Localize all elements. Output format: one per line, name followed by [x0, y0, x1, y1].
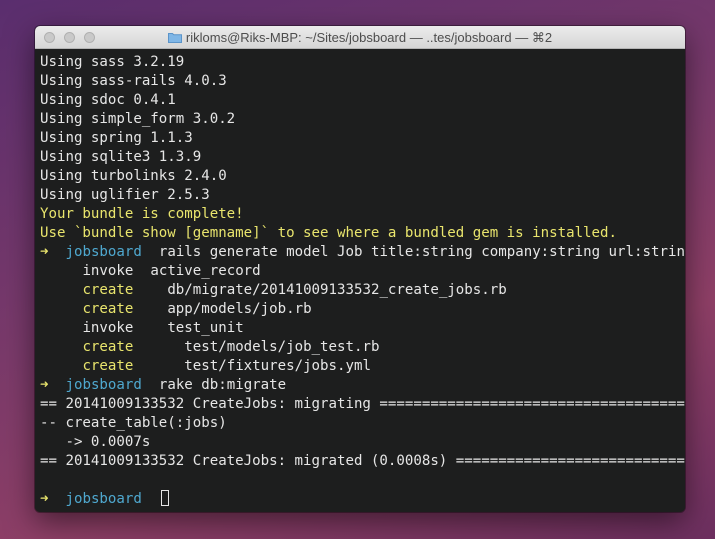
prompt-directory: jobsboard [65, 377, 142, 393]
generator-action: create [82, 282, 134, 298]
generator-action: create [82, 358, 134, 374]
terminal-output[interactable]: Using sass 3.2.19 Using sass-rails 4.0.3… [35, 49, 685, 512]
output-line: Using sass 3.2.19 [40, 54, 185, 70]
generator-line: create test/models/job_test.rb [40, 338, 685, 357]
prompt-line: ➜ jobsboard rake db:migrate [40, 376, 685, 395]
generator-action: create [82, 301, 134, 317]
generator-path: active_record [150, 263, 261, 279]
prompt-arrow-icon: ➜ [40, 377, 49, 393]
generator-action: invoke [82, 320, 134, 336]
generator-path: db/migrate/20141009133532_create_jobs.rb [167, 282, 507, 298]
output-line: Using sdoc 0.4.1 [40, 92, 176, 108]
generator-line: create db/migrate/20141009133532_create_… [40, 281, 685, 300]
prompt-arrow-icon: ➜ [40, 491, 49, 507]
window-title-text: rikloms@Riks-MBP: ~/Sites/jobsboard — ..… [185, 30, 553, 45]
title-bar[interactable]: rikloms@Riks-MBP: ~/Sites/jobsboard — ..… [35, 26, 685, 49]
output-line: Using sqlite3 1.3.9 [40, 149, 202, 165]
migration-line: == 20141009133532 CreateJobs: migrating … [40, 396, 685, 412]
prompt-directory: jobsboard [65, 491, 142, 507]
prompt-directory: jobsboard [65, 244, 142, 260]
terminal-window: rikloms@Riks-MBP: ~/Sites/jobsboard — ..… [35, 26, 685, 512]
generator-path: test_unit [167, 320, 244, 336]
generator-path: test/models/job_test.rb [184, 339, 380, 355]
generator-path: test/fixtures/jobs.yml [184, 358, 371, 374]
generator-line: invoke active_record [40, 262, 685, 281]
generator-action: invoke [82, 263, 134, 279]
generator-action: create [82, 339, 134, 355]
migration-line: -- create_table(:jobs) [40, 415, 227, 431]
bundle-complete-message: Your bundle is complete! [40, 206, 244, 222]
output-line: Using spring 1.1.3 [40, 130, 193, 146]
migration-line: == 20141009133532 CreateJobs: migrated (… [40, 453, 685, 469]
generator-path: app/models/job.rb [167, 301, 312, 317]
generator-line: create test/fixtures/jobs.yml [40, 357, 685, 376]
migration-line: -> 0.0007s [40, 434, 151, 450]
bundle-hint-message: Use `bundle show [gemname]` to see where… [40, 225, 617, 241]
prompt-arrow-icon: ➜ [40, 244, 49, 260]
prompt-line[interactable]: ➜ jobsboard [40, 490, 685, 509]
generator-line: invoke test_unit [40, 319, 685, 338]
command-text: rails generate model Job title:string co… [158, 244, 685, 260]
folder-icon [167, 32, 182, 43]
text-cursor[interactable] [160, 490, 169, 506]
prompt-line: ➜ jobsboard rails generate model Job tit… [40, 243, 685, 262]
command-text: rake db:migrate [158, 377, 287, 393]
output-line: Using simple_form 3.0.2 [40, 111, 236, 127]
generator-line: create app/models/job.rb [40, 300, 685, 319]
output-line: Using turbolinks 2.4.0 [40, 168, 227, 184]
output-line: Using sass-rails 4.0.3 [40, 73, 227, 89]
window-title: rikloms@Riks-MBP: ~/Sites/jobsboard — ..… [35, 30, 685, 46]
output-line: Using uglifier 2.5.3 [40, 187, 210, 203]
